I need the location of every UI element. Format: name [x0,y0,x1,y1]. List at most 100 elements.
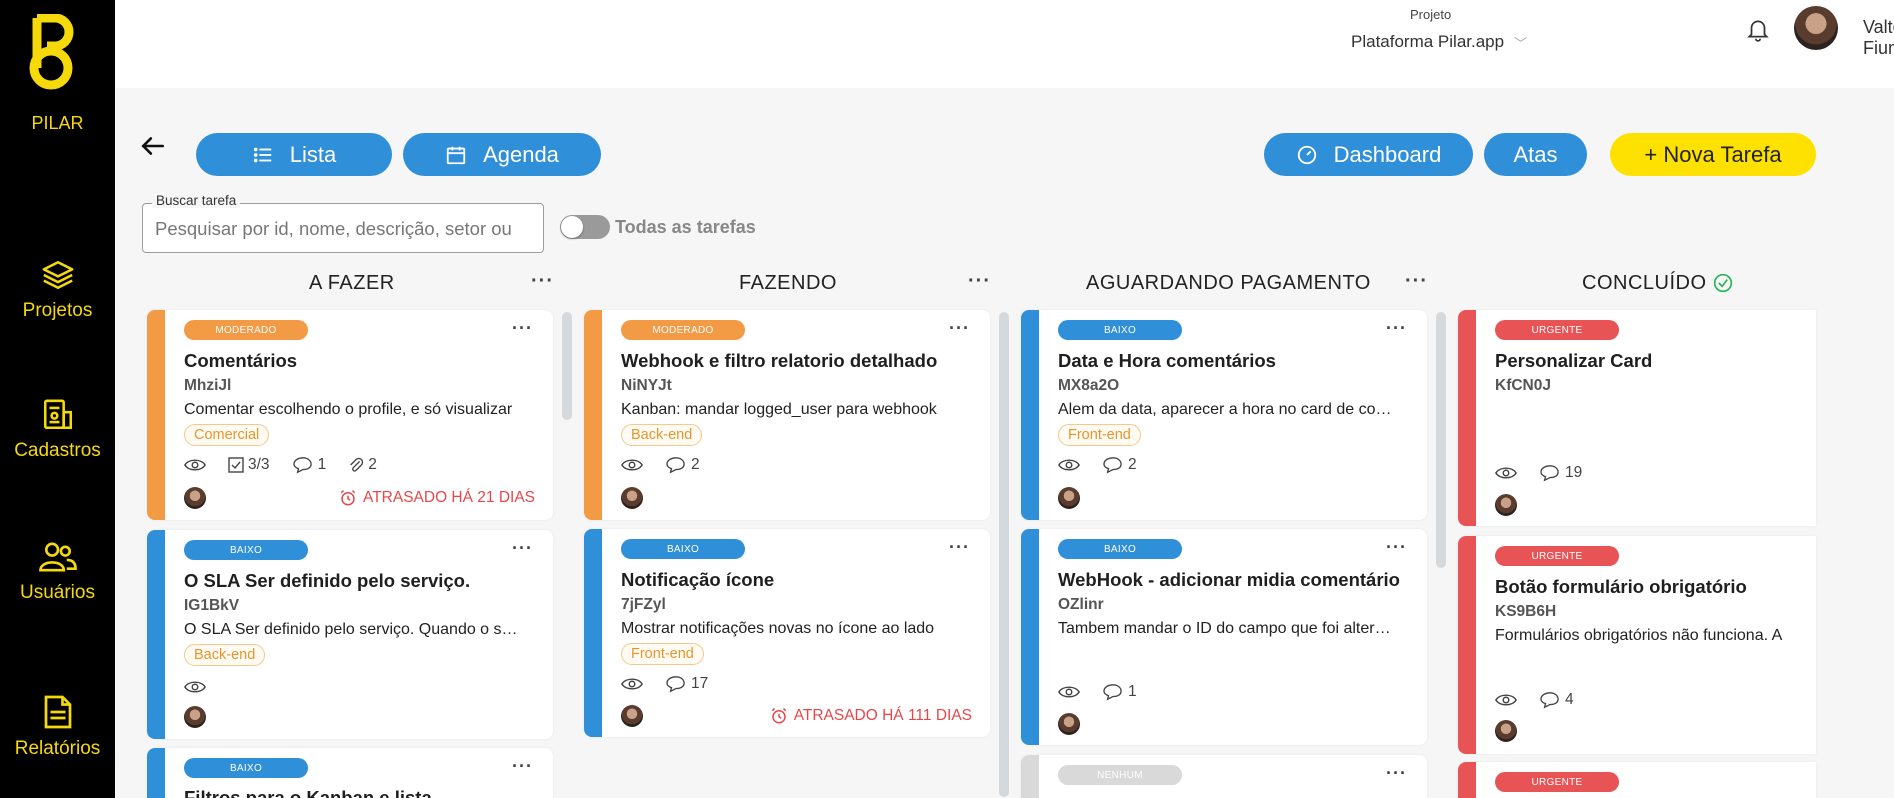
checklist-count: 3/3 [228,456,270,474]
bell-icon[interactable] [1745,16,1771,42]
task-card[interactable]: BAIXO ··· WebHook - adicionar midia come… [1021,529,1427,745]
column-title-concluido: CONCLUÍDO [1582,272,1707,294]
card-id: OZlinr [1058,596,1104,613]
calendar-icon [446,146,466,164]
task-card[interactable]: MODERADO ··· Comentários MhziJl Comentar… [147,310,553,520]
checklist-value: 3/3 [248,456,270,473]
nova-tarefa-button[interactable]: + Nova Tarefa [1610,133,1816,176]
column-scrollbar[interactable] [999,312,1009,797]
priority-stripe [1021,755,1039,798]
priority-badge: MODERADO [621,320,745,340]
column-scrollbar[interactable] [562,312,572,420]
eye-icon [1495,467,1517,479]
search-input[interactable] [155,216,533,242]
task-card[interactable]: URGENTE [1458,762,1816,798]
search-field[interactable] [142,203,544,253]
back-arrow-icon[interactable] [140,133,166,159]
column-menu-icon[interactable]: ··· [968,270,991,293]
card-menu-icon[interactable]: ··· [512,538,533,559]
sidebar-item-label: Usuários [20,582,95,603]
task-card[interactable]: NENHUM ··· [1021,755,1427,798]
task-card[interactable]: MODERADO ··· Webhook e filtro relatorio … [584,310,990,520]
comments-count: 2 [1102,456,1137,474]
card-description: Alem da data, aparecer a hora no card de… [1058,401,1397,418]
card-id: KS9B6H [1495,603,1557,620]
card-title: WebHook - adicionar midia comentário [1058,569,1400,590]
gauge-icon [1297,145,1316,164]
card-tag: Front-end [1058,424,1141,446]
comments-count: 4 [1539,691,1574,709]
card-menu-icon[interactable]: ··· [512,756,533,777]
users-icon [38,542,77,572]
task-card[interactable]: BAIXO ··· Notificação ícone 7jFZyl Mostr… [584,529,990,737]
sidebar-item-cadastros[interactable]: Cadastros [0,398,115,462]
assignee-avatar[interactable] [184,706,206,728]
card-menu-icon[interactable]: ··· [512,318,533,339]
assignee-avatar[interactable] [184,487,206,509]
search-legend: Buscar tarefa [152,193,241,208]
id-card-icon [43,399,72,430]
card-menu-icon[interactable]: ··· [949,537,970,558]
agenda-button[interactable]: Agenda [403,133,601,176]
project-select[interactable]: Plataforma Pilar.app ﹀ [1351,32,1527,52]
eye-icon [184,459,206,471]
card-menu-icon[interactable]: ··· [1386,763,1407,784]
task-card[interactable]: BAIXO ··· Data e Hora comentários MX8a2O… [1021,310,1427,520]
comments-icon [1103,684,1122,701]
sidebar-item-relatorios[interactable]: Relatórios [0,694,115,760]
column-menu-icon[interactable]: ··· [531,270,554,293]
priority-badge: URGENTE [1495,772,1619,792]
chevron-down-icon: ﹀ [1514,35,1528,51]
late-warning: ATRASADO HÁ 21 DIAS [339,489,535,507]
priority-stripe [1458,762,1476,798]
priority-badge: BAIXO [184,540,308,560]
assignee-avatar[interactable] [1058,713,1080,735]
card-menu-icon[interactable]: ··· [949,318,970,339]
assignee-avatar[interactable] [1058,487,1080,509]
card-title: Personalizar Card [1495,350,1653,371]
card-description: O SLA Ser definido pelo serviço. Quando … [184,621,523,638]
dashboard-button[interactable]: Dashboard [1264,133,1473,176]
comments-count: 1 [1102,683,1137,701]
column-scrollbar[interactable] [1436,312,1446,568]
sidebar-item-label: Relatórios [14,738,101,759]
dashboard-label: Dashboard [1333,141,1442,167]
card-id: MhziJl [184,377,232,394]
alarm-icon [771,707,786,724]
lista-button[interactable]: Lista [196,133,392,176]
card-meta: 2 [1058,456,1137,474]
all-tasks-toggle-label: Todas as tarefas [615,217,756,237]
card-title: Botão formulário obrigatório [1495,576,1747,597]
assignee-avatar[interactable] [621,487,643,509]
project-label: Projeto [1410,7,1452,22]
column-menu-icon[interactable]: ··· [1405,270,1428,293]
checkbox-icon [228,457,244,473]
comments-icon [666,457,685,474]
atas-button[interactable]: Atas [1484,133,1587,176]
sidebar-item-label: Cadastros [14,440,101,461]
eye-icon [184,681,206,693]
task-card[interactable]: URGENTE Botão formulário obrigatório KS9… [1458,536,1816,754]
task-card[interactable]: BAIXO ··· Filtros para o Kanban e lista [147,748,553,798]
card-menu-icon[interactable]: ··· [1386,318,1407,339]
comments-value: 1 [317,456,327,473]
all-tasks-toggle[interactable] [560,215,610,239]
card-menu-icon[interactable]: ··· [1386,537,1407,558]
card-title: O SLA Ser definido pelo serviço. [184,570,471,591]
comments-icon [1103,457,1122,474]
card-tag: Comercial [184,424,270,446]
late-text: ATRASADO HÁ 111 DIAS [793,707,972,724]
assignee-avatar[interactable] [1495,720,1517,742]
user-menu[interactable]: Valter Fiumi▼ [1863,17,1894,59]
sidebar-item-usuarios[interactable]: Usuários [0,540,115,604]
user-name: Valter Fiumi [1863,17,1894,58]
assignee-avatar[interactable] [621,705,643,727]
user-avatar[interactable] [1794,6,1838,50]
task-card[interactable]: URGENTE Personalizar Card KfCN0J 19 [1458,310,1816,526]
nova-tarefa-label: + Nova Tarefa [1644,141,1782,167]
comments-icon [1540,465,1559,482]
sidebar-item-projetos[interactable]: Projetos [0,258,115,322]
comments-value: 1 [1128,683,1137,700]
task-card[interactable]: BAIXO ··· O SLA Ser definido pelo serviç… [147,530,553,739]
assignee-avatar[interactable] [1495,494,1517,516]
